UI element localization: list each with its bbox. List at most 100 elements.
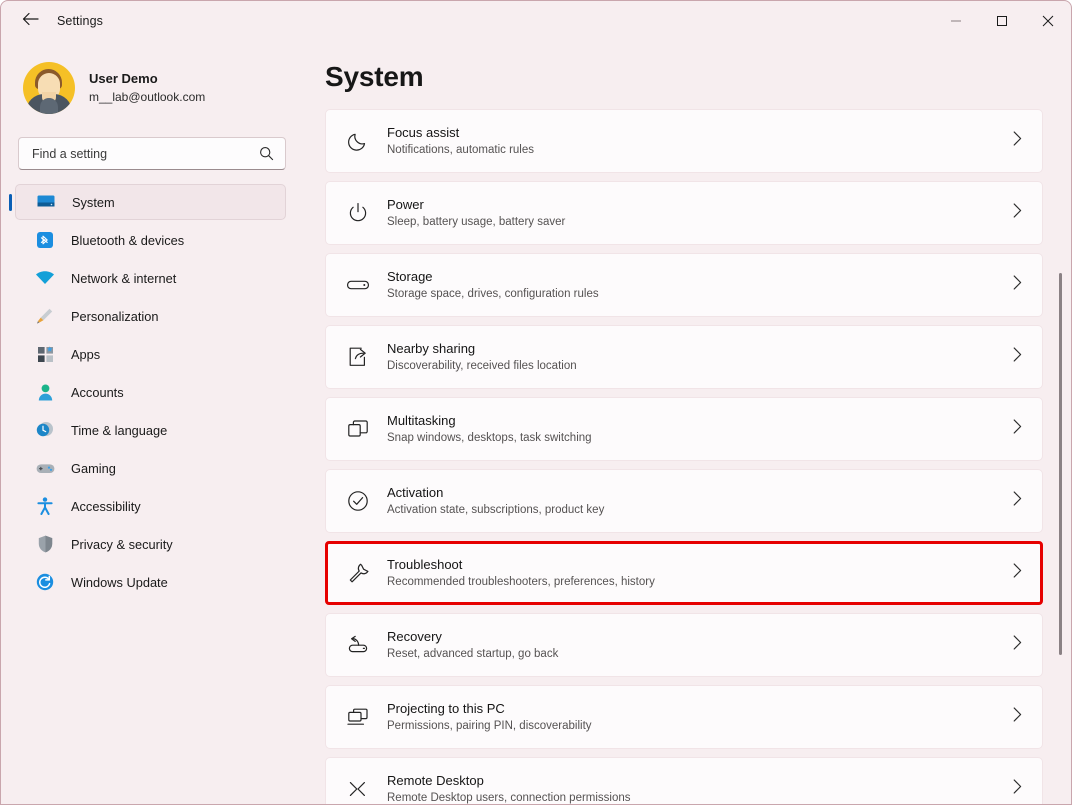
sidebar-item-label: Accounts [71,384,124,400]
accessibility-icon [35,496,55,516]
chevron-right-icon [1013,275,1022,295]
settings-row-projecting-to-this-pc[interactable]: Projecting to this PC Permissions, pairi… [325,685,1043,749]
sidebar-item-apps[interactable]: Apps [15,336,286,372]
chevron-right-icon [1013,707,1022,727]
minimize-button[interactable] [933,1,979,41]
settings-row-subtitle: Recommended troubleshooters, preferences… [387,576,655,588]
settings-row-title: Storage [387,269,433,284]
sidebar-item-label: Accessibility [71,498,141,514]
search-box[interactable] [18,137,286,170]
settings-window: Settings User Demo m__lab@outlook.com Fi… [0,0,1072,805]
sidebar-item-label: Time & language [71,422,168,438]
profile-name: User Demo [89,71,158,86]
chevron-right-icon [1013,203,1022,223]
sidebar-item-windows-update[interactable]: Windows Update [15,564,286,600]
settings-row-subtitle: Snap windows, desktops, task switching [387,432,592,444]
settings-row-multitasking[interactable]: Multitasking Snap windows, desktops, tas… [325,397,1043,461]
main-content: System Focus assist Notifications, autom… [301,41,1071,804]
settings-row-storage[interactable]: Storage Storage space, drives, configura… [325,253,1043,317]
title-bar: Settings [1,1,1071,41]
clock-globe-icon [35,420,55,440]
chevron-right-icon [1013,779,1022,799]
chevron-right-icon [1013,635,1022,655]
settings-row-title: Recovery [387,629,442,644]
monitor-icon [36,192,56,212]
sidebar-nav: System Bluetooth & devices Network & int… [1,184,301,600]
settings-row-activation[interactable]: Activation Activation state, subscriptio… [325,469,1043,533]
vertical-scrollbar[interactable] [1055,45,1065,803]
sidebar-item-label: Bluetooth & devices [71,232,185,248]
settings-row-subtitle: Reset, advanced startup, go back [387,648,559,660]
settings-row-title: Projecting to this PC [387,701,505,716]
chevron-right-icon [1013,491,1022,511]
sidebar-item-label: Network & internet [71,270,177,286]
avatar [23,62,75,114]
settings-row-nearby-sharing[interactable]: Nearby sharing Discoverability, received… [325,325,1043,389]
sidebar-item-time-language[interactable]: Time & language [15,412,286,448]
settings-row-focus-assist[interactable]: Focus assist Notifications, automatic ru… [325,109,1043,173]
sidebar-item-label: Apps [71,346,101,362]
settings-row-title: Focus assist [387,125,460,140]
settings-row-subtitle: Remote Desktop users, connection permiss… [387,792,631,804]
settings-row-subtitle: Notifications, automatic rules [387,144,535,156]
sidebar-item-bluetooth-devices[interactable]: Bluetooth & devices [15,222,286,258]
sidebar: User Demo m__lab@outlook.com Find a sett… [1,41,301,804]
settings-row-power[interactable]: Power Sleep, battery usage, battery save… [325,181,1043,245]
settings-row-subtitle: Discoverability, received files location [387,360,577,372]
maximize-button[interactable] [979,1,1025,41]
back-button[interactable] [13,6,47,36]
wrench-icon [344,559,372,587]
settings-row-title: Power [387,197,424,212]
settings-row-title: Nearby sharing [387,341,476,356]
project-screen-icon [344,703,372,731]
scrollbar-thumb[interactable] [1059,273,1062,655]
settings-row-subtitle: Activation state, subscriptions, product… [387,504,605,516]
gamepad-icon [35,458,55,478]
settings-row-remote-desktop[interactable]: Remote Desktop Remote Desktop users, con… [325,757,1043,804]
settings-row-troubleshoot[interactable]: Troubleshoot Recommended troubleshooters… [325,541,1043,605]
bluetooth-icon [35,230,55,250]
paintbrush-icon [35,306,55,326]
windows-stack-icon [344,415,372,443]
settings-row-subtitle: Sleep, battery usage, battery saver [387,216,566,228]
chevron-right-icon [1013,131,1022,151]
sidebar-item-accounts[interactable]: Accounts [15,374,286,410]
settings-row-title: Troubleshoot [387,557,463,572]
check-circle-icon [344,487,372,515]
back-arrow-icon [22,12,39,31]
moon-icon [344,127,372,155]
chevron-right-icon [1013,419,1022,439]
search-icon [259,146,274,166]
settings-row-subtitle: Permissions, pairing PIN, discoverabilit… [387,720,592,732]
settings-row-title: Remote Desktop [387,773,484,788]
chevron-right-icon [1013,347,1022,367]
sidebar-item-label: Privacy & security [71,536,173,552]
sidebar-item-privacy-security[interactable]: Privacy & security [15,526,286,562]
chevron-right-icon [1013,563,1022,583]
share-icon [344,343,372,371]
close-button[interactable] [1025,1,1071,41]
power-icon [344,199,372,227]
search-input[interactable] [19,146,241,161]
sidebar-item-system[interactable]: System [9,184,286,220]
sidebar-item-label: Windows Update [71,574,168,590]
window-title: Settings [57,14,103,28]
sidebar-item-network-internet[interactable]: Network & internet [15,260,286,296]
user-profile[interactable]: User Demo m__lab@outlook.com [1,49,301,119]
settings-row-title: Activation [387,485,444,500]
wifi-icon [35,268,55,288]
apps-grid-icon [35,344,55,364]
settings-list: Focus assist Notifications, automatic ru… [301,109,1071,804]
window-controls [933,1,1071,41]
sidebar-item-label: System [72,194,115,210]
remote-desktop-icon [344,775,372,803]
drive-icon [344,271,372,299]
settings-row-recovery[interactable]: Recovery Reset, advanced startup, go bac… [325,613,1043,677]
sidebar-item-accessibility[interactable]: Accessibility [15,488,286,524]
recovery-icon [344,631,372,659]
sidebar-item-label: Gaming [71,460,116,476]
sidebar-item-gaming[interactable]: Gaming [15,450,286,486]
page-title: System [325,61,424,92]
sidebar-item-personalization[interactable]: Personalization [15,298,286,334]
sidebar-item-label: Personalization [71,308,159,324]
